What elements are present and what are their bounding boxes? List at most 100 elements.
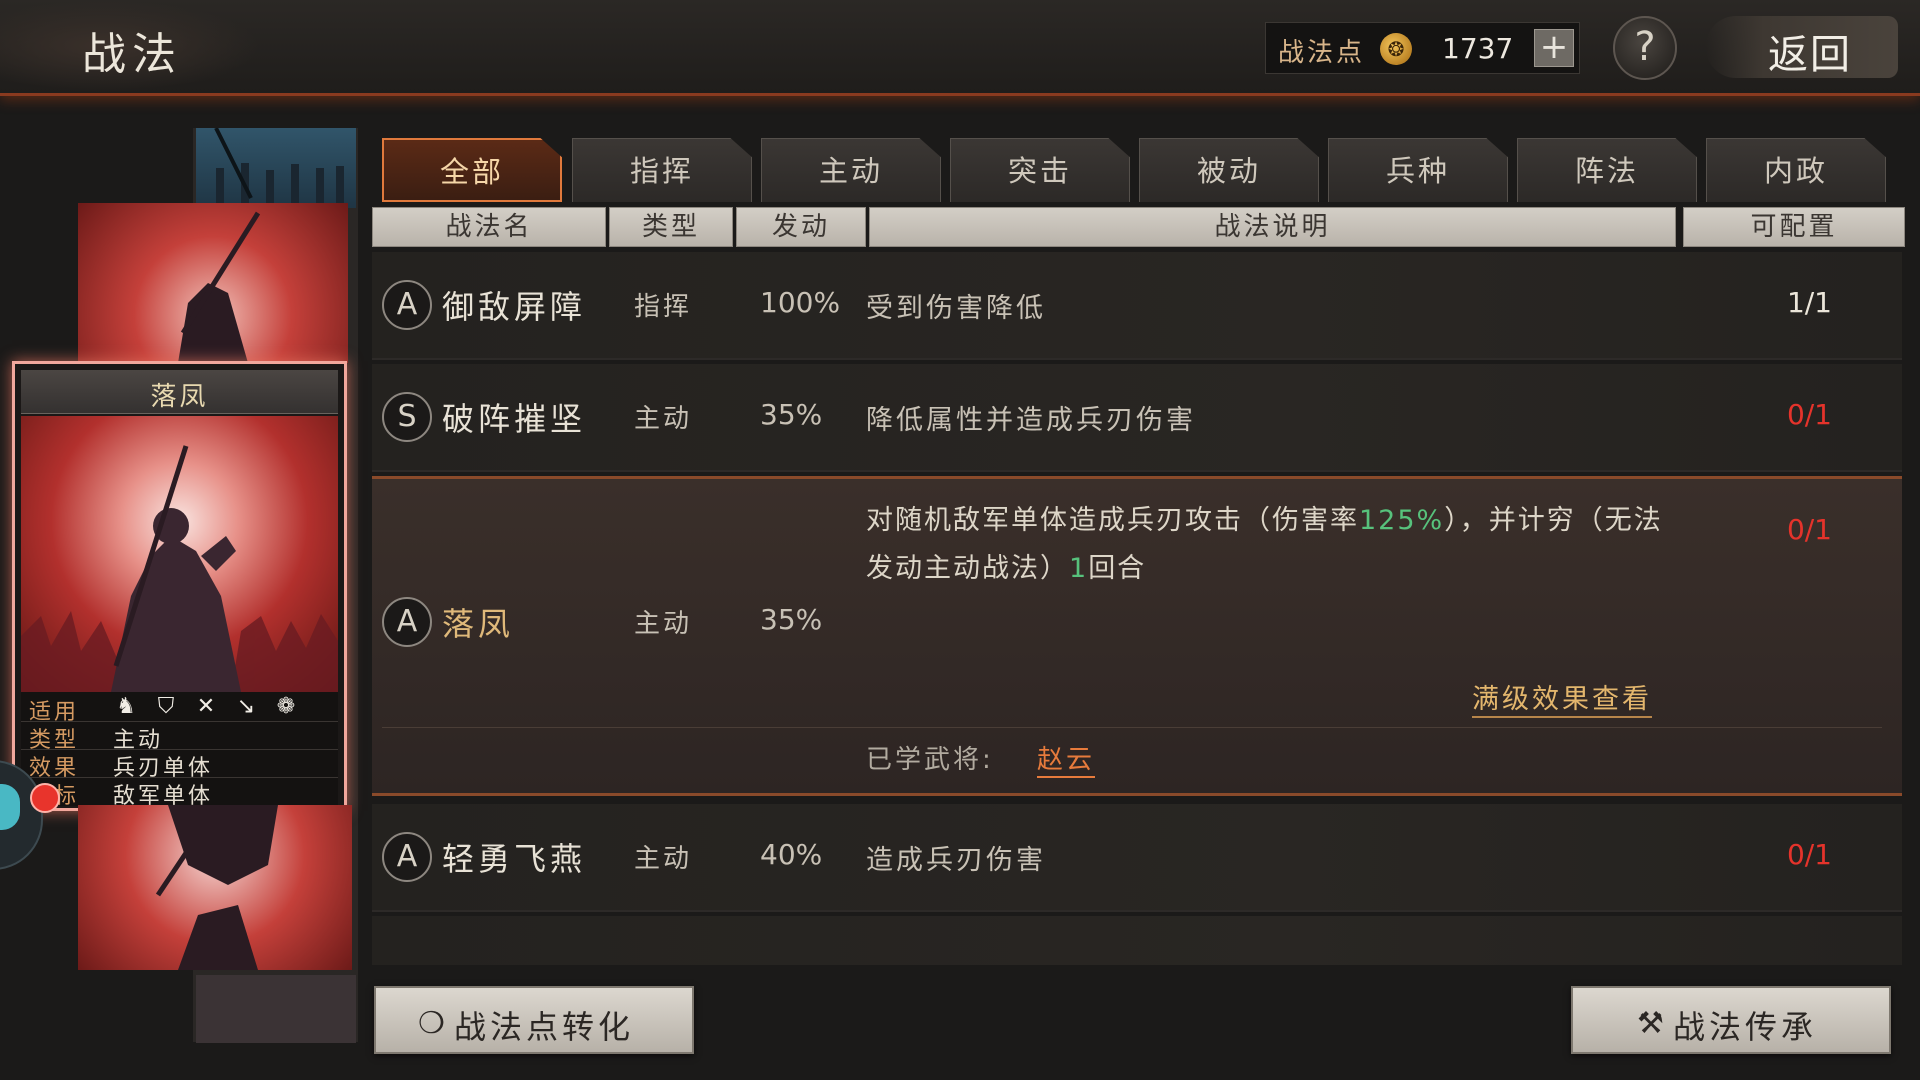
convert-points-label: 战法点转化 [454,1008,635,1046]
max-level-effect-link[interactable]: 满级效果查看 [1472,677,1652,718]
skill-row-expanded[interactable]: A 落凤 主动 35% 对随机敌军单体造成兵刃攻击（伤害率125%），并计穷（无… [372,476,1902,796]
card-preview-art-bottom[interactable] [78,803,352,970]
column-label: 战法说明 [1214,212,1331,242]
help-button[interactable]: ? [1613,16,1677,80]
tab-command[interactable]: 指挥 [572,138,752,202]
skill-row[interactable]: A 轻勇飞燕 主动 40% 造成兵刃伤害 0/1 [372,804,1902,912]
description-text: 对随机敌军单体造成兵刃攻击（伤害率 [866,505,1359,536]
column-header-configurable[interactable]: 可配置 [1683,207,1905,247]
tab-label: 突击 [1007,154,1072,188]
tab-label: 被动 [1196,154,1261,188]
column-header-type[interactable]: 类型 [609,207,733,247]
description-text: 回合 [1088,553,1147,584]
apply-icons: ♞ ⛉ ✕ ↘ ❁ [113,694,299,720]
skill-name: 御敌屏障 [442,288,587,326]
column-label: 类型 [641,212,700,242]
card-effect-row: 效果 兵刃单体 [21,748,338,781]
crossed-bows-icon: ✕ [196,694,216,719]
grade-badge: A [382,832,432,882]
spear-icon: ↘ [236,694,256,719]
inherit-skill-label: 战法传承 [1673,1008,1818,1046]
tab-assault[interactable]: 突击 [950,138,1130,202]
column-label: 战法名 [445,212,533,242]
skill-description: 降低属性并造成兵刃伤害 [866,405,1196,436]
convert-points-button[interactable]: ❍ 战法点转化 [374,986,694,1054]
column-header-description: 战法说明 [869,207,1676,247]
notification-dot-icon [30,783,60,813]
tab-label: 阵法 [1574,154,1639,188]
learned-generals-label: 已学武将: [866,745,994,775]
page-title: 战法 [82,29,182,80]
skill-row[interactable]: S 破阵摧坚 主动 35% 降低属性并造成兵刃伤害 0/1 [372,364,1902,472]
back-button-label: 返回 [1768,32,1852,78]
grade-badge: A [382,280,432,330]
column-header-trigger-rate[interactable]: 发动 [736,207,866,247]
tab-label: 指挥 [629,154,694,188]
top-bar: 战法 战法点 ❂ 1737 + ? 返回 [0,0,1920,96]
skill-description: 造成兵刃伤害 [866,845,1046,876]
column-label: 可配置 [1750,212,1838,242]
column-header-name[interactable]: 战法名 [372,207,606,247]
skill-name: 落凤 [442,605,515,643]
tab-internal-affairs[interactable]: 内政 [1706,138,1886,202]
card-apply-row: 适用 ♞ ⛉ ✕ ↘ ❁ [21,692,338,725]
wheel-icon: ❁ [276,694,296,719]
skill-name: 轻勇飞燕 [442,840,587,878]
skill-row-partial[interactable] [372,916,1902,965]
skill-type: 主动 [634,609,693,639]
divider [382,727,1882,728]
learned-general-link[interactable]: 赵云 [1037,739,1096,778]
skill-description: 受到伤害降低 [866,293,1046,324]
skill-slots: 0/1 [1786,513,1832,546]
damage-rate-highlight: 125% [1359,505,1445,536]
skill-type: 指挥 [634,292,693,322]
skill-slots: 0/1 [1786,398,1832,431]
card-thumbnail-top[interactable] [196,127,356,208]
tactic-points-label: 战法点 [1278,38,1366,68]
warrior-silhouette [178,211,261,363]
inherit-skill-button[interactable]: ⚒ 战法传承 [1571,986,1891,1054]
tab-all[interactable]: 全部 [382,138,562,202]
card-name-bar: 落凤 [21,370,338,414]
card-info-panel: 适用 ♞ ⛉ ✕ ↘ ❁ 类型 主动 效果 兵刃单体 目标 敌军单体 [21,692,338,809]
hammer-icon: ⚒ [1637,1006,1664,1041]
mascot-icon [0,784,20,830]
warrior-silhouette [155,803,278,970]
skill-type: 主动 [634,404,693,434]
tab-label: 内政 [1763,154,1828,188]
tab-label: 全部 [439,155,504,189]
skill-slots: 0/1 [1786,838,1832,871]
skill-name: 破阵摧坚 [442,400,587,438]
tab-passive[interactable]: 被动 [1139,138,1319,202]
card-target-row: 目标 敌军单体 [21,776,338,809]
skill-type: 主动 [634,844,693,874]
skill-trigger-rate: 40% [760,838,823,871]
card-art [21,416,338,692]
back-button[interactable]: 返回 [1706,16,1898,78]
add-points-button[interactable]: + [1534,29,1574,67]
grade-badge: A [382,597,432,647]
tab-formation[interactable]: 阵法 [1517,138,1697,202]
card-preview-art-top[interactable] [78,203,348,363]
skill-list[interactable]: A 御敌屏障 指挥 100% 受到伤害降低 1/1 S 破阵摧坚 主动 35% … [372,252,1902,965]
card-skill-name: 落凤 [150,382,209,412]
skill-trigger-rate: 35% [760,398,823,431]
tactic-points-value: 1737 [1442,32,1514,65]
skill-description-full: 对随机敌军单体造成兵刃攻击（伤害率125%），并计穷（无法发动主动战法）1回合 [866,497,1666,593]
skill-row[interactable]: A 御敌屏障 指挥 100% 受到伤害降低 1/1 [372,252,1902,360]
skill-slots: 1/1 [1786,286,1832,319]
tab-active[interactable]: 主动 [761,138,941,202]
turns-highlight: 1 [1069,553,1089,584]
tab-troop-type[interactable]: 兵种 [1328,138,1508,202]
card-type-row: 类型 主动 [21,720,338,753]
shield-icon: ⛉ [157,694,175,719]
flame-coin-icon: ❍ [418,1006,445,1041]
soldiers-illustration [214,127,344,208]
card-thumbnail-bottom[interactable] [196,975,356,1043]
flame-coin-icon: ❂ [1380,33,1412,65]
skill-trigger-rate: 35% [760,603,823,636]
tab-label: 主动 [818,154,883,188]
grade-badge: S [382,392,432,442]
skill-trigger-rate: 100% [760,286,841,319]
column-label: 发动 [771,212,830,242]
